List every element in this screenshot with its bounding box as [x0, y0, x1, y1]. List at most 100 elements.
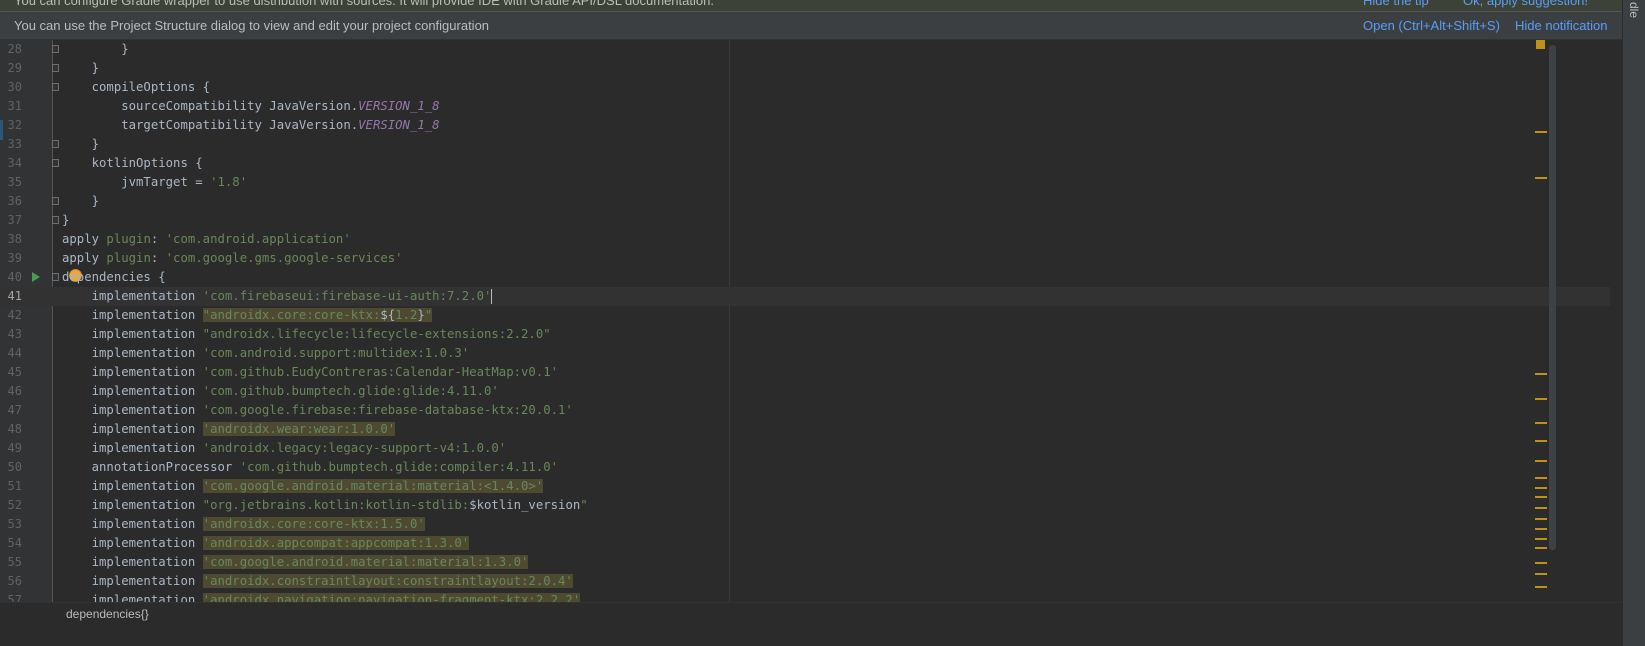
warning-stripe-marker[interactable] [1535, 398, 1547, 400]
line-number[interactable]: 29 [0, 59, 22, 78]
code-line[interactable]: 48 implementation 'androidx.wear:wear:1.… [0, 420, 1610, 439]
warning-stripe-marker[interactable] [1535, 487, 1547, 489]
line-number[interactable]: 44 [0, 344, 22, 363]
warning-stripe-marker[interactable] [1535, 528, 1547, 530]
warning-stripe-marker[interactable] [1535, 496, 1547, 498]
line-number[interactable]: 50 [0, 458, 22, 477]
code-line[interactable]: 33 } [0, 135, 1610, 154]
warning-stripe-marker[interactable] [1535, 373, 1547, 375]
warning-stripe-marker[interactable] [1535, 586, 1547, 588]
code-text[interactable]: implementation 'com.google.android.mater… [62, 553, 529, 572]
warning-stripe-marker[interactable] [1535, 422, 1547, 424]
code-text[interactable]: dependencies { [62, 268, 166, 287]
code-text[interactable]: implementation "androidx.core:core-ktx:$… [62, 306, 433, 325]
code-line[interactable]: 28 } [0, 40, 1610, 59]
fold-marker-icon[interactable] [52, 140, 59, 148]
warning-stripe-marker[interactable] [1535, 460, 1547, 462]
line-number[interactable]: 47 [0, 401, 22, 420]
warning-stripe-marker[interactable] [1535, 562, 1547, 564]
code-line[interactable]: 44 implementation 'com.android.support:m… [0, 344, 1610, 363]
code-line[interactable]: 37} [0, 211, 1610, 230]
line-number[interactable]: 45 [0, 363, 22, 382]
warning-stripe-marker[interactable] [1535, 538, 1547, 540]
code-text[interactable]: } [62, 135, 99, 154]
apply-suggestion-link[interactable]: Ok, apply suggestion! [1463, 0, 1588, 8]
code-line[interactable]: 45 implementation 'com.github.EudyContre… [0, 363, 1610, 382]
line-number[interactable]: 56 [0, 572, 22, 591]
code-text[interactable]: apply plugin: 'com.android.application' [62, 230, 351, 249]
code-text[interactable]: implementation 'androidx.constraintlayou… [62, 572, 573, 591]
code-text[interactable]: implementation 'com.github.EudyContreras… [62, 363, 558, 382]
fold-marker-icon[interactable] [52, 159, 59, 167]
hide-notification-link[interactable]: Hide notification [1515, 18, 1608, 33]
code-text[interactable]: implementation 'androidx.wear:wear:1.0.0… [62, 420, 396, 439]
code-line[interactable]: 42 implementation "androidx.core:core-kt… [0, 306, 1610, 325]
code-line[interactable]: 41 implementation 'com.firebaseui:fireba… [0, 287, 1610, 306]
code-line[interactable]: 55 implementation 'com.google.android.ma… [0, 553, 1610, 572]
code-line[interactable]: 34 kotlinOptions { [0, 154, 1610, 173]
line-number[interactable]: 39 [0, 249, 22, 268]
fold-marker-icon[interactable] [52, 273, 59, 281]
code-text[interactable]: implementation 'androidx.legacy:legacy-s… [62, 439, 507, 458]
warning-stripe-marker[interactable] [1535, 477, 1547, 479]
hide-tip-link[interactable]: Hide the tip [1363, 0, 1429, 8]
line-number[interactable]: 48 [0, 420, 22, 439]
fold-marker-icon[interactable] [52, 197, 59, 205]
line-number[interactable]: 55 [0, 553, 22, 572]
code-line[interactable]: 46 implementation 'com.github.bumptech.g… [0, 382, 1610, 401]
line-number[interactable]: 49 [0, 439, 22, 458]
code-editor[interactable]: 28 } 29 } 30 compileOptions {31 sourceComp… [0, 40, 1622, 624]
error-stripe[interactable] [1530, 40, 1548, 624]
code-line[interactable]: 47 implementation 'com.google.firebase:f… [0, 401, 1610, 420]
warning-stripe-marker[interactable] [1535, 177, 1547, 179]
code-line[interactable]: 40 dependencies { [0, 268, 1610, 287]
line-number[interactable]: 43 [0, 325, 22, 344]
line-number[interactable]: 30 [0, 78, 22, 97]
code-text[interactable]: annotationProcessor 'com.github.bumptech… [62, 458, 558, 477]
code-line[interactable]: 30 compileOptions { [0, 78, 1610, 97]
line-number[interactable]: 46 [0, 382, 22, 401]
code-line[interactable]: 54 implementation 'androidx.appcompat:ap… [0, 534, 1610, 553]
code-text[interactable]: implementation 'androidx.appcompat:appco… [62, 534, 470, 553]
code-line[interactable]: 49 implementation 'androidx.legacy:legac… [0, 439, 1610, 458]
code-line[interactable]: 52 implementation "org.jetbrains.kotlin:… [0, 496, 1610, 515]
line-number[interactable]: 41 [0, 287, 22, 306]
code-text[interactable]: targetCompatibility JavaVersion.VERSION_… [62, 116, 439, 135]
line-number[interactable]: 38 [0, 230, 22, 249]
line-number[interactable]: 53 [0, 515, 22, 534]
warning-stripe-marker[interactable] [1535, 573, 1547, 575]
code-text[interactable]: implementation "org.jetbrains.kotlin:kot… [62, 496, 588, 515]
warning-stripe-marker[interactable] [1535, 440, 1547, 442]
code-text[interactable]: implementation 'com.github.bumptech.glid… [62, 382, 499, 401]
line-number[interactable]: 28 [0, 40, 22, 59]
scrollbar-thumb[interactable] [1549, 45, 1556, 550]
code-line[interactable]: 29 } [0, 59, 1610, 78]
code-line[interactable]: 35 jvmTarget = '1.8' [0, 173, 1610, 192]
code-line[interactable]: 50 annotationProcessor 'com.github.bumpt… [0, 458, 1610, 477]
code-text[interactable]: compileOptions { [62, 78, 210, 97]
line-number[interactable]: 36 [0, 192, 22, 211]
fold-marker-icon[interactable] [52, 64, 59, 72]
code-text[interactable]: } [62, 192, 99, 211]
code-line[interactable]: 43 implementation "androidx.lifecycle:li… [0, 325, 1610, 344]
line-number[interactable]: 51 [0, 477, 22, 496]
code-text[interactable]: } [62, 40, 128, 59]
line-number[interactable]: 40 [0, 268, 22, 287]
code-line[interactable]: 32 targetCompatibility JavaVersion.VERSI… [0, 116, 1610, 135]
gradle-tool-window-button[interactable]: dle [1627, 2, 1641, 18]
code-text[interactable]: apply plugin: 'com.google.gms.google-ser… [62, 249, 403, 268]
breadcrumb-item-dependencies[interactable]: dependencies{} [66, 607, 149, 621]
code-line[interactable]: 39 apply plugin: 'com.google.gms.google-s… [0, 249, 1610, 268]
code-line[interactable]: 31 sourceCompatibility JavaVersion.VERSI… [0, 97, 1610, 116]
code-line[interactable]: 51 implementation 'com.google.android.ma… [0, 477, 1610, 496]
code-line[interactable]: 36 } [0, 192, 1610, 211]
line-number[interactable]: 42 [0, 306, 22, 325]
code-text[interactable]: } [62, 211, 69, 230]
code-text[interactable]: } [62, 59, 99, 78]
line-number[interactable]: 54 [0, 534, 22, 553]
line-number[interactable]: 35 [0, 173, 22, 192]
code-text[interactable]: implementation 'androidx.core:core-ktx:1… [62, 515, 425, 534]
line-number[interactable]: 32 [0, 116, 22, 135]
code-line[interactable]: 56 implementation 'androidx.constraintla… [0, 572, 1610, 591]
code-text[interactable]: kotlinOptions { [62, 154, 203, 173]
